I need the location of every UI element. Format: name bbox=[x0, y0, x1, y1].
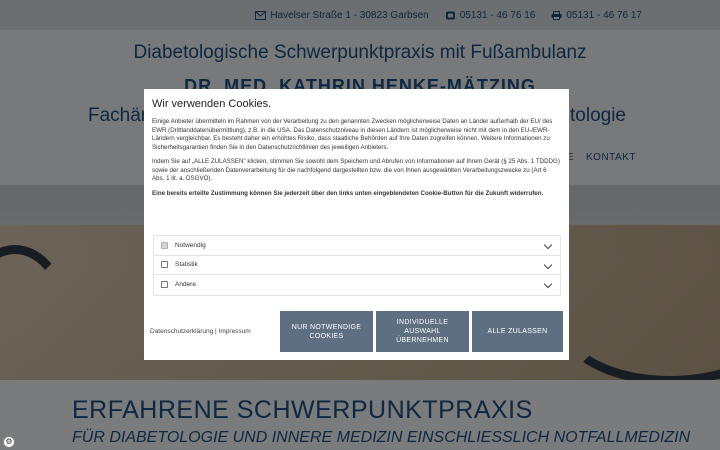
necessary-cookies-button[interactable]: NUR NOTWENDIGE COOKIES bbox=[280, 311, 373, 352]
category-statistik[interactable]: Statistik bbox=[154, 256, 560, 275]
category-notwendig[interactable]: Notwendig bbox=[154, 236, 560, 256]
chevron-down-icon[interactable] bbox=[543, 240, 553, 250]
cookie-settings-icon[interactable]: ⚙ bbox=[3, 436, 15, 448]
chevron-down-icon[interactable] bbox=[543, 279, 553, 289]
cookie-dialog-title: Wir verwenden Cookies. bbox=[152, 98, 272, 110]
checkbox-andere[interactable] bbox=[161, 281, 168, 289]
cookie-text-consent: Indem Sie auf „ALLE ZULASSEN" klicken, s… bbox=[152, 158, 560, 182]
imprint-link[interactable]: Impressum bbox=[219, 328, 251, 335]
cookie-categories: Notwendig Statistik Andere bbox=[153, 235, 561, 296]
category-label: Statistik bbox=[175, 261, 198, 269]
cookie-dialog-body: Einige Anbieter übermitteln im Rahmen vo… bbox=[152, 118, 560, 204]
category-label: Notwendig bbox=[175, 241, 206, 249]
checkbox-statistik[interactable] bbox=[161, 261, 168, 269]
individual-selection-button[interactable]: INDIVIDUELLE AUSWAHL ÜBERNEHMEN bbox=[376, 311, 469, 352]
category-label: Andere bbox=[175, 281, 196, 289]
cookie-dialog: Wir verwenden Cookies. Einige Anbieter ü… bbox=[144, 89, 569, 360]
checkbox-notwendig bbox=[161, 241, 168, 249]
category-andere[interactable]: Andere bbox=[154, 275, 560, 295]
cookie-text-transfer: Einige Anbieter übermitteln im Rahmen vo… bbox=[152, 118, 553, 151]
allow-all-button[interactable]: ALLE ZULASSEN bbox=[472, 311, 563, 352]
privacy-link[interactable]: Datenschutzerklärung bbox=[150, 328, 213, 335]
cookie-text-revoke: Eine bereits erteilte Zustimmung können … bbox=[152, 189, 544, 197]
link-separator: | bbox=[215, 328, 217, 335]
chevron-down-icon[interactable] bbox=[543, 260, 553, 269]
cookie-footer-links: Datenschutzerklärung | Impressum bbox=[150, 328, 251, 335]
